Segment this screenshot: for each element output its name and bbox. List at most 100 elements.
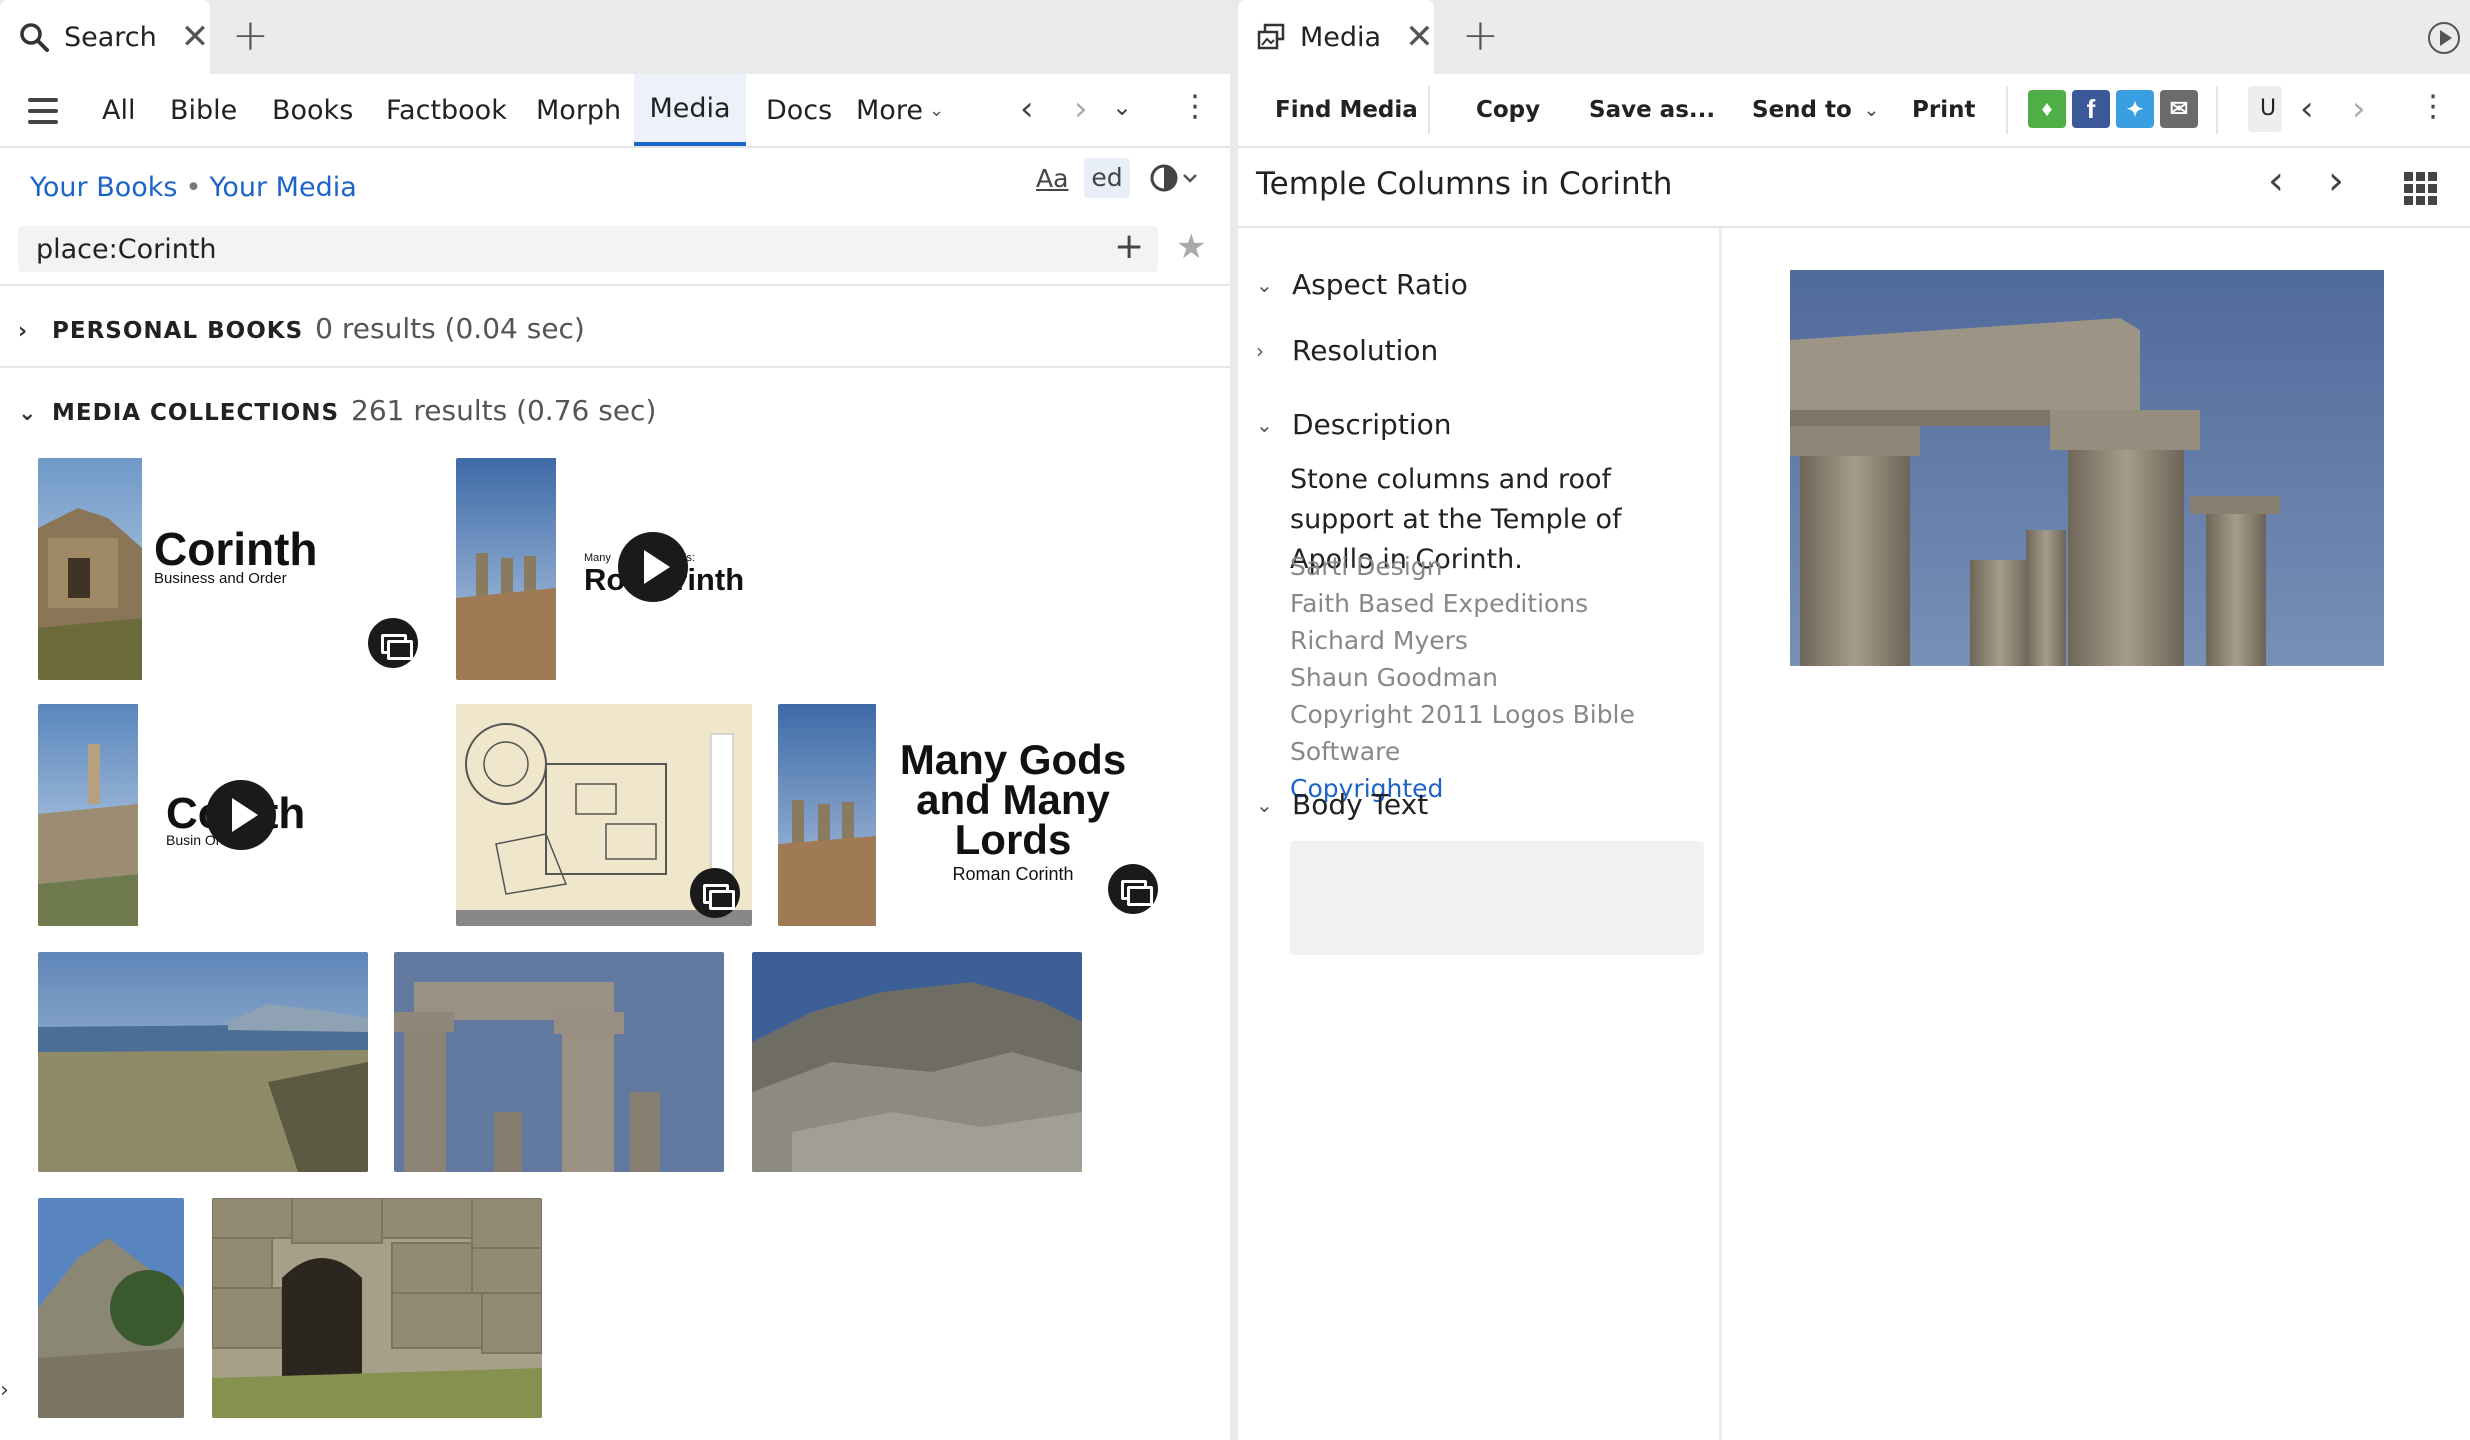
body-text-section[interactable]: ⌄ Body Text — [1256, 788, 1428, 821]
thumb-title: Corinth — [154, 523, 318, 575]
media-preview-image[interactable] — [1790, 270, 2384, 666]
close-icon[interactable]: ✕ — [1405, 17, 1434, 57]
media-collections-results: 261 results (0.76 sec) — [351, 394, 657, 427]
tab-search-label: Search — [64, 21, 157, 53]
expand-sidebar-icon[interactable]: › — [0, 1374, 9, 1408]
back-icon[interactable]: ‹ — [2300, 92, 2314, 126]
tab-search[interactable]: Search ✕ — [0, 0, 210, 74]
more-options-icon[interactable]: ⋮ — [2418, 90, 2448, 124]
chevron-down-icon: ⌄ — [928, 99, 945, 121]
media-result-roman-corinth-video[interactable]: Many lords: Ro Corinth — [456, 458, 796, 680]
body-text-field[interactable] — [1290, 841, 1704, 955]
search-input[interactable]: place:Corinth — [18, 226, 1158, 272]
media-result-temple-columns[interactable] — [394, 952, 724, 1172]
nav-bible[interactable]: Bible — [150, 74, 257, 146]
facebook-icon[interactable]: f — [2072, 90, 2110, 128]
body-text-label: Body Text — [1292, 788, 1429, 821]
personal-books-section[interactable]: › PERSONAL BOOKS 0 results (0.04 sec) — [18, 312, 585, 345]
media-collections-label: MEDIA COLLECTIONS — [52, 400, 340, 426]
print-button[interactable]: Print — [1912, 74, 1975, 146]
media-icon — [1256, 21, 1286, 53]
search-icon — [18, 21, 50, 53]
back-icon[interactable]: ‹ — [1020, 92, 1034, 126]
visual-filter-icon[interactable] — [1150, 162, 1200, 198]
faithlife-icon[interactable]: ♦ — [2028, 90, 2066, 128]
media-result-corinth-business[interactable]: Corinth Business and Order — [38, 458, 458, 680]
right-tabbar: Media ✕ + — [1238, 0, 2470, 74]
add-tab-icon[interactable]: + — [1462, 14, 1499, 58]
thumb-title: Many Gods and Many Lords — [899, 736, 1127, 863]
save-as-button[interactable]: Save as... — [1589, 74, 1715, 146]
overflow-button[interactable]: U — [2248, 86, 2282, 132]
star-icon[interactable]: ★ — [1176, 230, 1206, 264]
nav-morph[interactable]: Morph — [516, 74, 641, 146]
nav-media[interactable]: Media — [634, 74, 746, 146]
personal-books-label: PERSONAL BOOKS — [52, 318, 304, 344]
nav-factbook[interactable]: Factbook — [366, 74, 527, 146]
chevron-down-icon: ⌄ — [1863, 99, 1879, 121]
description-label: Description — [1292, 408, 1452, 441]
previous-item-icon[interactable]: ‹ — [2268, 161, 2284, 201]
forward-icon[interactable]: › — [2352, 92, 2366, 126]
resolution-section[interactable]: › Resolution — [1256, 334, 1438, 367]
more-options-icon[interactable]: ⋮ — [1180, 90, 1210, 124]
breadcrumb-your-media[interactable]: Your Media — [209, 172, 356, 203]
add-tab-icon[interactable]: + — [232, 14, 269, 58]
thumb-title-block: Many Gods and Many Lords Roman Corinth — [888, 736, 1138, 885]
media-toolbar: Find Media Copy Save as... Send to ⌄ Pri… — [1238, 74, 2470, 148]
nav-more[interactable]: More ⌄ — [836, 74, 964, 146]
next-item-icon[interactable]: › — [2328, 161, 2344, 201]
media-collections-section[interactable]: ⌄ MEDIA COLLECTIONS 261 results (0.76 se… — [18, 394, 656, 427]
app-window: Search ✕ + All Bible Books Factbook Morp… — [0, 0, 2470, 1440]
grid-view-icon[interactable] — [2404, 172, 2438, 210]
media-result-corinth-plain[interactable] — [38, 952, 368, 1172]
toolbar-separator — [1428, 86, 1430, 134]
collection-icon — [368, 618, 418, 668]
search-toolbar: All Bible Books Factbook Morph Media Doc… — [0, 74, 1230, 148]
media-panel: Media ✕ + Find Media Copy Save as... Sen… — [1238, 0, 2470, 1440]
menu-icon[interactable] — [28, 98, 58, 131]
personal-books-results: 0 results (0.04 sec) — [315, 312, 585, 345]
nav-more-label: More — [856, 94, 923, 126]
chevron-down-icon: ⌄ — [1256, 412, 1273, 437]
font-size-icon[interactable]: Aa — [1036, 164, 1068, 193]
nav-all[interactable]: All — [82, 74, 155, 146]
play-panel-icon[interactable] — [2428, 22, 2460, 54]
breadcrumb: Your Books • Your Media — [30, 172, 357, 203]
chevron-down-icon: ⌄ — [1256, 792, 1273, 817]
credit-item: Faith Based Expeditions — [1290, 589, 1589, 618]
media-result-stone-doorway[interactable] — [212, 1198, 542, 1418]
send-to-button[interactable]: Send to ⌄ — [1752, 74, 1879, 146]
description-section[interactable]: ⌄ Description — [1256, 408, 1451, 441]
add-search-icon[interactable]: + — [1114, 229, 1144, 265]
history-dropdown-icon[interactable]: ⌄ — [1112, 90, 1132, 124]
media-title: Temple Columns in Corinth — [1256, 166, 1673, 202]
tab-media-label: Media — [1300, 21, 1382, 53]
left-tabbar: Search ✕ + — [0, 0, 1230, 74]
credit-item: Shaun Goodman — [1290, 663, 1499, 692]
breadcrumb-your-books[interactable]: Your Books — [30, 172, 178, 203]
aspect-ratio-section[interactable]: ⌄ Aspect Ratio — [1256, 268, 1468, 301]
play-icon[interactable] — [206, 780, 276, 850]
close-icon[interactable]: ✕ — [181, 17, 210, 57]
media-result-acrocorinth[interactable] — [752, 952, 1082, 1172]
nav-books[interactable]: Books — [252, 74, 373, 146]
collection-icon — [1108, 864, 1158, 914]
media-result-corinth-video[interactable]: Co nth Busin Order — [38, 704, 368, 926]
credit-item: Sarti Design — [1290, 552, 1443, 581]
send-to-label: Send to — [1752, 97, 1852, 123]
media-info-column: ⌄ Aspect Ratio › Resolution ⌄ Descriptio… — [1238, 228, 1722, 1440]
find-media-button[interactable]: Find Media — [1275, 74, 1418, 146]
media-result-many-gods[interactable]: Many Gods and Many Lords Roman Corinth — [778, 704, 1168, 926]
highlight-icon[interactable]: ed — [1084, 158, 1130, 198]
chevron-down-icon: ⌄ — [18, 401, 38, 426]
divider — [0, 366, 1230, 368]
media-result-corinth-map[interactable] — [456, 704, 752, 926]
email-icon[interactable]: ✉ — [2160, 90, 2198, 128]
play-icon[interactable] — [618, 532, 688, 602]
forward-icon[interactable]: › — [1074, 92, 1088, 126]
media-result-mountain-tree[interactable] — [38, 1198, 184, 1418]
copy-button[interactable]: Copy — [1476, 74, 1540, 146]
tab-media[interactable]: Media ✕ — [1238, 0, 1434, 74]
twitter-icon[interactable]: ✦ — [2116, 90, 2154, 128]
